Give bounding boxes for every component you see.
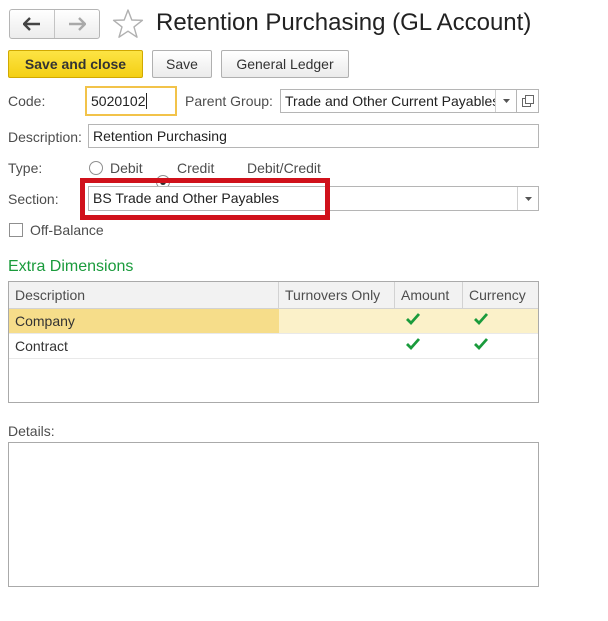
code-value: 5020102 — [91, 93, 146, 109]
parent-group-field[interactable]: Trade and Other Current Payables — [280, 89, 517, 113]
type-credit-label[interactable]: Credit — [177, 159, 214, 177]
row-turnovers-only[interactable] — [279, 334, 395, 358]
checkmark-icon — [474, 338, 489, 351]
extra-dimensions-table: Description Turnovers Only Amount Curren… — [8, 281, 539, 403]
description-field[interactable]: Retention Purchasing — [88, 124, 539, 148]
chevron-down-icon — [524, 196, 532, 201]
checkmark-icon — [406, 313, 421, 326]
save-and-close-button[interactable]: Save and close — [8, 50, 143, 78]
navigation-buttons — [9, 9, 100, 39]
text-cursor — [145, 93, 147, 109]
parent-group-dropdown-button[interactable] — [495, 90, 516, 112]
checkmark-icon — [474, 313, 489, 326]
row-currency[interactable] — [463, 309, 538, 333]
parent-group-value: Trade and Other Current Payables — [285, 93, 495, 109]
highlight-box — [80, 178, 330, 220]
type-label: Type: — [8, 160, 43, 176]
column-header-currency[interactable]: Currency — [463, 282, 538, 308]
table-row[interactable]: Contract — [9, 334, 538, 359]
row-turnovers-only[interactable] — [279, 309, 395, 333]
section-label: Section: — [8, 191, 59, 207]
open-form-icon — [521, 95, 534, 107]
general-ledger-button[interactable]: General Ledger — [221, 50, 349, 78]
parent-group-label: Parent Group: — [185, 93, 273, 109]
table-row[interactable]: Company — [9, 309, 538, 334]
extra-dimensions-title: Extra Dimensions — [8, 258, 134, 275]
forward-arrow-icon — [69, 17, 86, 31]
section-dropdown-button[interactable] — [517, 187, 538, 210]
off-balance-checkbox[interactable] — [9, 223, 23, 237]
column-header-amount[interactable]: Amount — [395, 282, 463, 308]
type-debit-radio[interactable] — [89, 161, 103, 175]
description-label: Description: — [8, 129, 82, 145]
row-amount[interactable] — [395, 334, 463, 358]
parent-group-open-button[interactable] — [517, 89, 539, 113]
favorite-star-icon[interactable] — [112, 8, 144, 40]
back-arrow-icon — [23, 17, 40, 31]
off-balance-label[interactable]: Off-Balance — [30, 221, 104, 239]
type-debit-label[interactable]: Debit — [110, 159, 143, 177]
checkmark-icon — [406, 338, 421, 351]
row-description[interactable]: Contract — [9, 334, 279, 358]
column-header-turnovers-only[interactable]: Turnovers Only — [279, 282, 395, 308]
row-currency[interactable] — [463, 334, 538, 358]
back-button[interactable] — [10, 10, 54, 38]
column-header-description[interactable]: Description — [9, 282, 279, 308]
row-description[interactable]: Company — [9, 309, 279, 333]
row-amount[interactable] — [395, 309, 463, 333]
type-debit-credit-label[interactable]: Debit/Credit — [247, 159, 321, 177]
code-field[interactable]: 5020102 — [85, 86, 177, 116]
details-label: Details: — [8, 423, 55, 439]
chevron-down-icon — [502, 99, 510, 103]
save-button[interactable]: Save — [152, 50, 212, 78]
code-label: Code: — [8, 93, 46, 109]
details-textarea[interactable] — [8, 442, 539, 587]
forward-button[interactable] — [54, 10, 99, 38]
table-header: Description Turnovers Only Amount Curren… — [9, 282, 538, 309]
page-title: Retention Purchasing (GL Account) — [156, 9, 532, 36]
